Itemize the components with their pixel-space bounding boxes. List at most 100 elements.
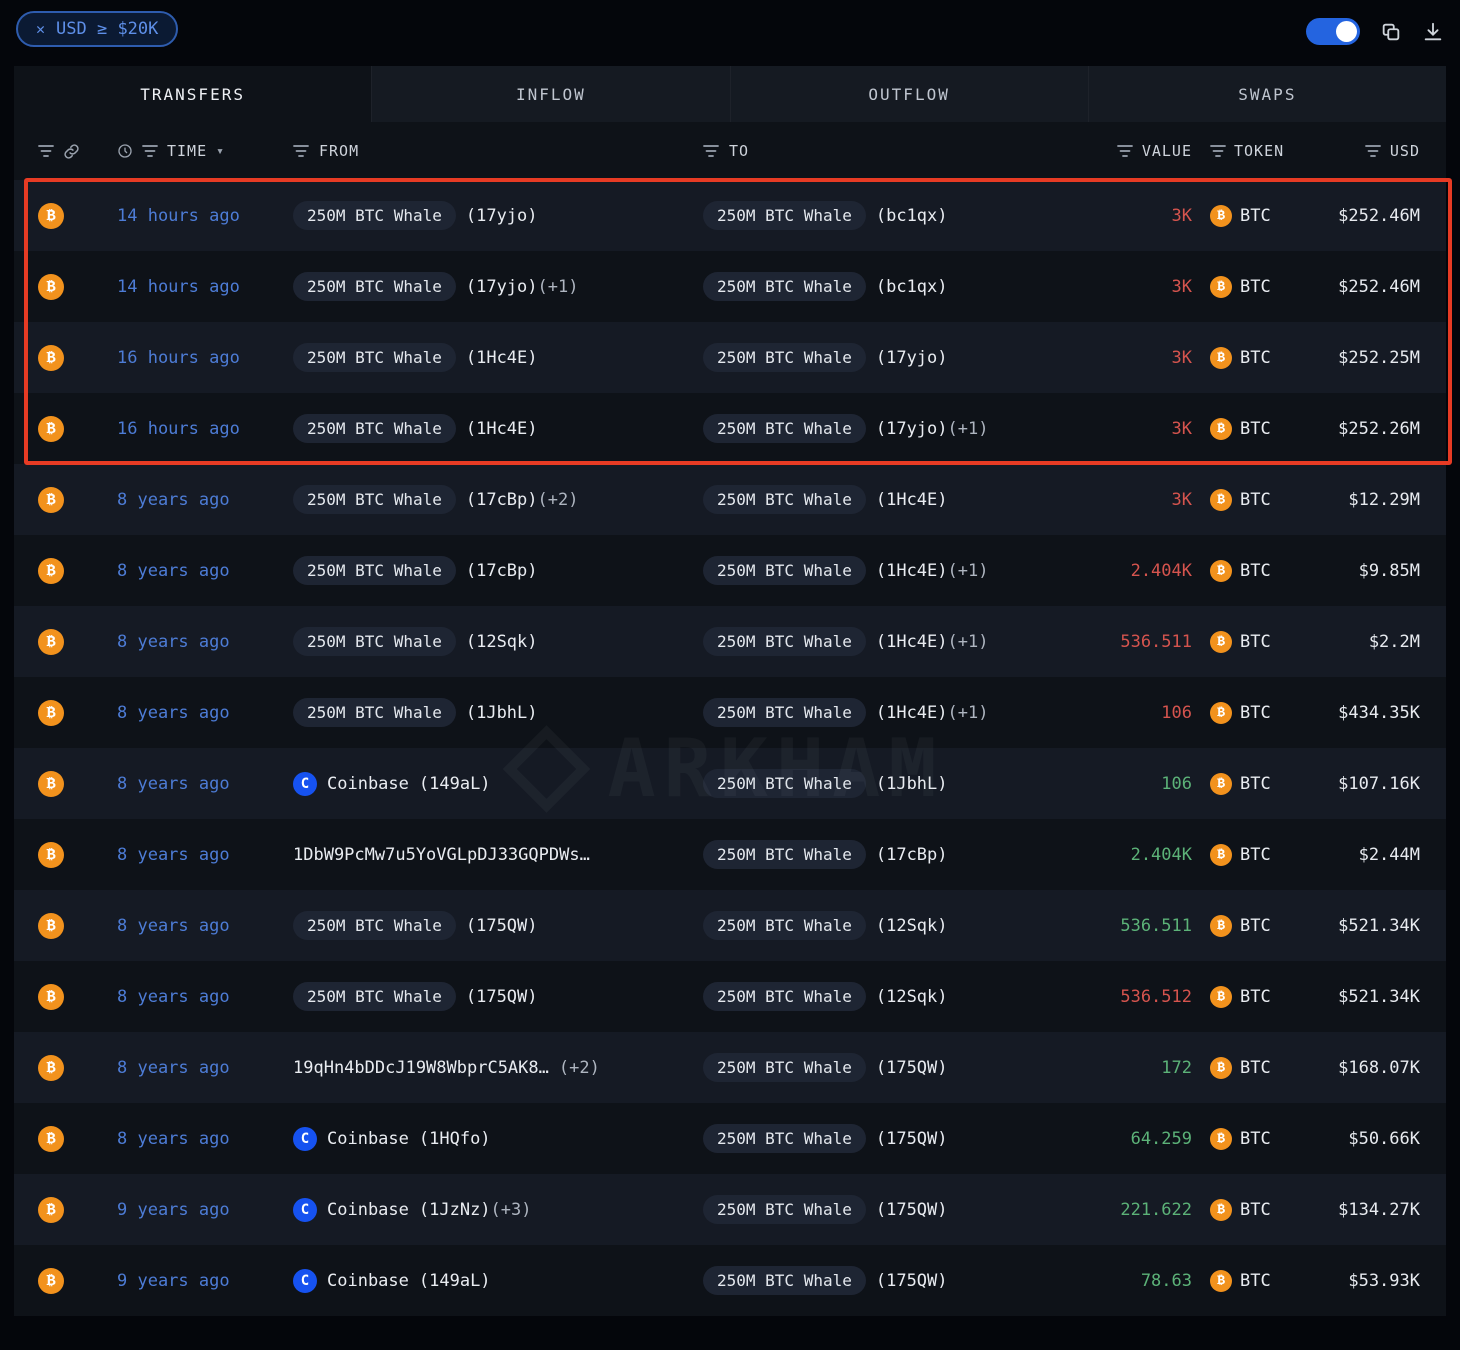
row-time[interactable]: 8 years ago [117,561,230,581]
table-row[interactable]: ₿ 8 years ago 250M BTC Whale(12Sqk) 250M… [14,606,1446,677]
table-row[interactable]: ₿ 8 years ago CCoinbase(1HQfo) 250M BTC … [14,1103,1446,1174]
table-row[interactable]: ₿ 14 hours ago 250M BTC Whale(17yjo)(+1)… [14,251,1446,322]
tab-swaps[interactable]: SWAPS [1088,66,1446,122]
filter-icon[interactable] [38,144,54,158]
table-row[interactable]: ₿ 8 years ago 250M BTC Whale(17cBp) 250M… [14,535,1446,606]
table-row[interactable]: ₿ 9 years ago CCoinbase(1JzNz)(+3) 250M … [14,1174,1446,1245]
row-time[interactable]: 14 hours ago [117,206,240,226]
entity-address[interactable]: (175QW) [876,1058,948,1078]
row-time[interactable]: 8 years ago [117,1058,230,1078]
entity-address[interactable]: (1Hc4E) [466,419,538,439]
entity-pill[interactable]: 250M BTC Whale [703,840,866,869]
entity-pill[interactable]: 250M BTC Whale [293,627,456,656]
row-time[interactable]: 8 years ago [117,490,230,510]
tab-transfers[interactable]: TRANSFERS [14,66,371,122]
close-icon[interactable]: ✕ [36,20,45,38]
entity-address[interactable]: (12Sqk) [466,632,538,652]
entity-pill[interactable]: 250M BTC Whale [703,698,866,727]
row-time[interactable]: 9 years ago [117,1271,230,1291]
table-row[interactable]: ₿ 8 years ago 250M BTC Whale(1JbhL) 250M… [14,677,1446,748]
entity-address[interactable]: (1Hc4E) [876,632,948,652]
entity-address[interactable]: (1JbhL) [466,703,538,723]
row-time[interactable]: 14 hours ago [117,277,240,297]
entity-pill[interactable]: 250M BTC Whale [293,982,456,1011]
entity-pill[interactable]: 250M BTC Whale [703,272,866,301]
table-row[interactable]: ₿ 8 years ago 19qHn4bDDcJ19W8WbprC5AK8…(… [14,1032,1446,1103]
entity-address[interactable]: (1Hc4E) [876,561,948,581]
tab-outflow[interactable]: OUTFLOW [730,66,1088,122]
entity-address[interactable]: (17cBp) [466,490,538,510]
entity-address[interactable]: (1Hc4E) [876,490,948,510]
entity-pill[interactable]: 250M BTC Whale [703,343,866,372]
filter-icon[interactable] [1210,144,1226,158]
entity-pill[interactable]: 250M BTC Whale [293,698,456,727]
entity-pill[interactable]: 250M BTC Whale [703,627,866,656]
entity-address[interactable]: (149aL) [419,1271,491,1291]
column-usd[interactable]: USD [1390,142,1420,160]
entity-address[interactable]: (175QW) [876,1200,948,1220]
row-time[interactable]: 8 years ago [117,703,230,723]
download-icon[interactable] [1422,21,1444,43]
column-time[interactable]: TIME [167,142,207,160]
entity-address[interactable]: (17cBp) [876,845,948,865]
filter-icon[interactable] [1365,144,1381,158]
entity-pill[interactable]: 250M BTC Whale [703,769,866,798]
entity-address[interactable]: (17cBp) [466,561,538,581]
filter-icon[interactable] [1117,144,1133,158]
table-row[interactable]: ₿ 14 hours ago 250M BTC Whale(17yjo) 250… [14,180,1446,251]
table-row[interactable]: ₿ 8 years ago 250M BTC Whale(175QW) 250M… [14,890,1446,961]
raw-address[interactable]: 1DbW9PcMw7u5YoVGLpDJ33GQPDWs… [293,845,590,865]
entity-address[interactable]: (1JbhL) [876,774,948,794]
table-row[interactable]: ₿ 9 years ago CCoinbase(149aL) 250M BTC … [14,1245,1446,1316]
filter-icon[interactable] [142,144,158,158]
entity-pill[interactable]: 250M BTC Whale [293,343,456,372]
entity-address[interactable]: (bc1qx) [876,277,948,297]
entity-address[interactable]: (175QW) [876,1129,948,1149]
copy-icon[interactable] [1380,21,1402,43]
entity-pill[interactable]: 250M BTC Whale [293,911,456,940]
link-icon[interactable] [63,143,80,160]
entity-pill[interactable]: 250M BTC Whale [703,485,866,514]
entity-name[interactable]: Coinbase [327,1200,409,1220]
entity-name[interactable]: Coinbase [327,774,409,794]
entity-pill[interactable]: 250M BTC Whale [293,201,456,230]
filter-icon[interactable] [703,144,719,158]
entity-pill[interactable]: 250M BTC Whale [703,1124,866,1153]
entity-address[interactable]: (17yjo) [466,206,538,226]
table-row[interactable]: ₿ 8 years ago 1DbW9PcMw7u5YoVGLpDJ33GQPD… [14,819,1446,890]
entity-pill[interactable]: 250M BTC Whale [293,556,456,585]
entity-pill[interactable]: 250M BTC Whale [703,982,866,1011]
entity-pill[interactable]: 250M BTC Whale [703,1195,866,1224]
entity-address[interactable]: (1JzNz) [419,1200,491,1220]
row-time[interactable]: 8 years ago [117,987,230,1007]
row-time[interactable]: 8 years ago [117,916,230,936]
entity-address[interactable]: (12Sqk) [876,916,948,936]
chevron-down-icon[interactable]: ▾ [216,144,225,159]
entity-name[interactable]: Coinbase [327,1129,409,1149]
table-row[interactable]: ₿ 16 hours ago 250M BTC Whale(1Hc4E) 250… [14,322,1446,393]
row-time[interactable]: 8 years ago [117,1129,230,1149]
usd-filter-chip[interactable]: ✕ USD ≥ $20K [16,11,178,47]
column-token[interactable]: TOKEN [1234,142,1284,160]
table-row[interactable]: ₿ 8 years ago CCoinbase(149aL) 250M BTC … [14,748,1446,819]
entity-pill[interactable]: 250M BTC Whale [293,485,456,514]
entity-pill[interactable]: 250M BTC Whale [703,556,866,585]
usd-toggle[interactable] [1306,18,1360,45]
entity-address[interactable]: (17yjo) [876,348,948,368]
entity-address[interactable]: (1HQfo) [419,1129,491,1149]
entity-pill[interactable]: 250M BTC Whale [293,272,456,301]
raw-address[interactable]: 19qHn4bDDcJ19W8WbprC5AK8… [293,1058,549,1078]
row-time[interactable]: 16 hours ago [117,419,240,439]
entity-address[interactable]: (1Hc4E) [466,348,538,368]
row-time[interactable]: 8 years ago [117,845,230,865]
entity-pill[interactable]: 250M BTC Whale [703,414,866,443]
entity-pill[interactable]: 250M BTC Whale [703,1266,866,1295]
filter-icon[interactable] [293,144,309,158]
entity-pill[interactable]: 250M BTC Whale [703,201,866,230]
column-from[interactable]: FROM [319,142,359,160]
row-time[interactable]: 8 years ago [117,632,230,652]
row-time[interactable]: 9 years ago [117,1200,230,1220]
entity-address[interactable]: (175QW) [876,1271,948,1291]
column-value[interactable]: VALUE [1142,142,1192,160]
entity-pill[interactable]: 250M BTC Whale [703,1053,866,1082]
